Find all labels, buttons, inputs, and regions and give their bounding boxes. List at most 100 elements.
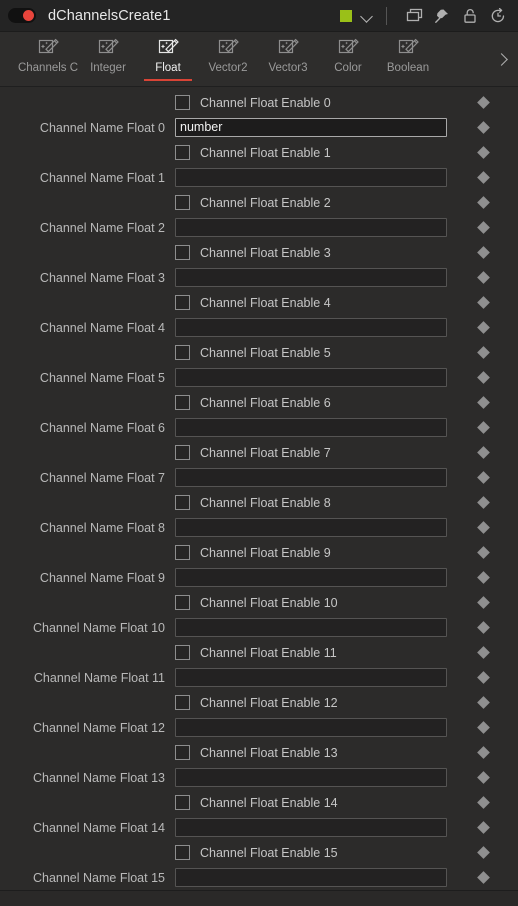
checkbox-label: Channel Float Enable 5 bbox=[200, 345, 331, 360]
enable-checkbox[interactable] bbox=[175, 145, 190, 160]
checkbox-label: Channel Float Enable 11 bbox=[200, 645, 337, 660]
enable-checkbox[interactable] bbox=[175, 395, 190, 410]
channel-name-input[interactable] bbox=[175, 668, 447, 687]
channel-name-input[interactable] bbox=[175, 868, 447, 887]
channel-name-input[interactable] bbox=[175, 418, 447, 437]
channel-name-input[interactable] bbox=[175, 318, 447, 337]
property-row: Channel Float Enable 9 bbox=[0, 540, 518, 565]
property-row: Channel Name Float 3 bbox=[0, 265, 518, 290]
channel-name-input[interactable] bbox=[175, 218, 447, 237]
property-field: Channel Float Enable 8 bbox=[175, 495, 518, 510]
tab-active-underline bbox=[384, 79, 432, 82]
property-row: Channel Name Float 9 bbox=[0, 565, 518, 590]
reset-icon[interactable] bbox=[486, 5, 510, 27]
property-list: Channel Float Enable 0 Channel Name Float… bbox=[0, 87, 518, 890]
channel-name-input[interactable] bbox=[175, 518, 447, 537]
enable-checkbox[interactable] bbox=[175, 695, 190, 710]
property-row: Channel Float Enable 0 bbox=[0, 90, 518, 115]
channel-name-input[interactable] bbox=[175, 468, 447, 487]
enable-checkbox[interactable] bbox=[175, 745, 190, 760]
tab-channels-c[interactable]: Channels C bbox=[18, 32, 78, 86]
property-label: Channel Name Float 12 bbox=[32, 720, 165, 735]
property-label: Channel Name Float 14 bbox=[32, 820, 165, 835]
channel-name-input[interactable] bbox=[175, 768, 447, 787]
property-field: number bbox=[175, 118, 518, 137]
checkbox-label: Channel Float Enable 12 bbox=[200, 695, 338, 710]
enable-checkbox[interactable] bbox=[175, 645, 190, 660]
channel-name-input[interactable] bbox=[175, 618, 447, 637]
tab-vector2[interactable]: Vector2 bbox=[198, 32, 258, 86]
property-row: Channel Name Float 10 bbox=[0, 615, 518, 640]
tab-active-underline bbox=[84, 79, 132, 82]
property-row: Channel Name Float 8 bbox=[0, 515, 518, 540]
node-color-swatch[interactable] bbox=[340, 9, 352, 22]
enable-checkbox[interactable] bbox=[175, 95, 190, 110]
property-field bbox=[175, 268, 518, 287]
property-field: Channel Float Enable 1 bbox=[175, 145, 518, 160]
property-row: Channel Name Float 15 bbox=[0, 865, 518, 890]
property-row: Channel Float Enable 15 bbox=[0, 840, 518, 865]
property-row: Channel Float Enable 13 bbox=[0, 740, 518, 765]
property-row: Channel Float Enable 1 bbox=[0, 140, 518, 165]
property-field bbox=[175, 818, 518, 837]
tab-label: Vector3 bbox=[268, 62, 308, 74]
tab-integer[interactable]: Integer bbox=[78, 32, 138, 86]
property-field bbox=[175, 318, 518, 337]
tab-boolean[interactable]: Boolean bbox=[378, 32, 438, 86]
property-row: Channel Name Float 5 bbox=[0, 365, 518, 390]
channel-name-input[interactable] bbox=[175, 368, 447, 387]
property-field: Channel Float Enable 9 bbox=[175, 545, 518, 560]
tab-active-underline bbox=[144, 78, 192, 81]
channel-name-input[interactable] bbox=[175, 568, 447, 587]
chevron-down-icon[interactable] bbox=[359, 8, 375, 24]
node-enable-toggle[interactable] bbox=[8, 8, 36, 23]
property-label: Channel Name Float 9 bbox=[39, 570, 165, 585]
enable-checkbox[interactable] bbox=[175, 445, 190, 460]
enable-checkbox[interactable] bbox=[175, 545, 190, 560]
duplicate-icon[interactable] bbox=[402, 5, 426, 27]
property-field bbox=[175, 718, 518, 737]
property-field bbox=[175, 768, 518, 787]
enable-checkbox[interactable] bbox=[175, 595, 190, 610]
property-field bbox=[175, 468, 518, 487]
lock-icon[interactable] bbox=[458, 5, 482, 27]
magic-wand-icon bbox=[35, 37, 61, 59]
enable-checkbox[interactable] bbox=[175, 245, 190, 260]
channel-name-input[interactable]: number bbox=[175, 118, 447, 137]
enable-checkbox[interactable] bbox=[175, 295, 190, 310]
property-field bbox=[175, 168, 518, 187]
property-row: Channel Name Float 11 bbox=[0, 665, 518, 690]
property-row: Channel Float Enable 7 bbox=[0, 440, 518, 465]
channel-name-input[interactable] bbox=[175, 818, 447, 837]
enable-checkbox[interactable] bbox=[175, 845, 190, 860]
magic-wand-icon bbox=[215, 37, 241, 59]
channel-name-input[interactable] bbox=[175, 268, 447, 287]
enable-checkbox[interactable] bbox=[175, 345, 190, 360]
property-field: Channel Float Enable 0 bbox=[175, 95, 518, 110]
channel-name-input[interactable] bbox=[175, 168, 447, 187]
property-label: Channel Name Float 2 bbox=[39, 220, 165, 235]
enable-checkbox[interactable] bbox=[175, 495, 190, 510]
tab-scroll-right-icon[interactable] bbox=[488, 32, 518, 86]
tab-color[interactable]: Color bbox=[318, 32, 378, 86]
property-field bbox=[175, 568, 518, 587]
property-field: Channel Float Enable 14 bbox=[175, 795, 518, 810]
property-field: Channel Float Enable 2 bbox=[175, 195, 518, 210]
property-field: Channel Float Enable 10 bbox=[175, 595, 518, 610]
tab-vector3[interactable]: Vector3 bbox=[258, 32, 318, 86]
property-label: Channel Name Float 0 bbox=[39, 120, 165, 135]
property-label: Channel Name Float 6 bbox=[39, 420, 165, 435]
pin-icon[interactable] bbox=[430, 5, 454, 27]
titlebar: dChannelsCreate1 bbox=[0, 0, 518, 32]
property-field: Channel Float Enable 11 bbox=[175, 645, 518, 660]
property-row: Channel Name Float 1 bbox=[0, 165, 518, 190]
tab-float[interactable]: Float bbox=[138, 32, 198, 86]
channel-name-input[interactable] bbox=[175, 718, 447, 737]
property-field: Channel Float Enable 3 bbox=[175, 245, 518, 260]
panel-footer bbox=[0, 890, 518, 906]
enable-checkbox[interactable] bbox=[175, 795, 190, 810]
enable-checkbox[interactable] bbox=[175, 195, 190, 210]
property-field bbox=[175, 668, 518, 687]
property-label: Channel Name Float 13 bbox=[32, 770, 165, 785]
property-label: Channel Name Float 7 bbox=[39, 470, 165, 485]
